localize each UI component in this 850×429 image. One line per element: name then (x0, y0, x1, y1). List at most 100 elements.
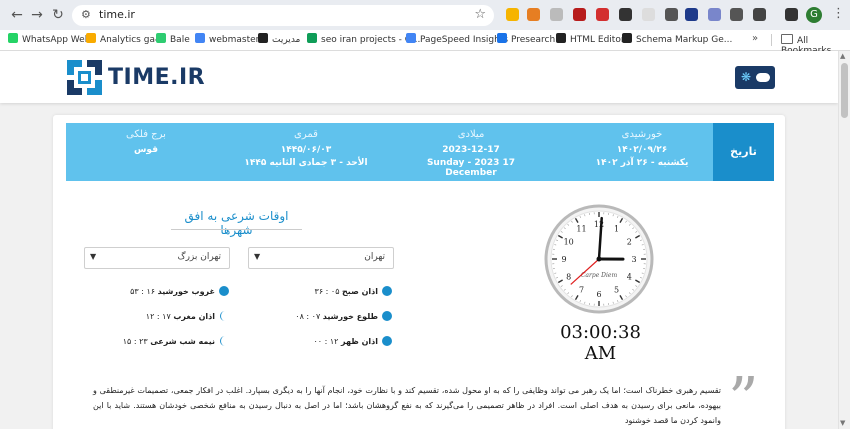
prayer-time-item: نیمه شب شرعی ۲۳ : ۱۵ (123, 336, 229, 346)
site-info-icon[interactable]: ⚙ (81, 8, 91, 21)
bookmark-item[interactable]: PageSpeed Insights (406, 33, 508, 45)
reload-icon[interactable]: ↻ (50, 7, 66, 23)
sunset-icon (219, 286, 229, 296)
bookmark-item[interactable]: HTML Editor (556, 33, 625, 45)
bookmark-item[interactable]: Presearch (497, 33, 555, 45)
quote-text: تقسیم رهبری خطرناک است؛ اما یک رهبر می ت… (93, 386, 721, 425)
lunar-numeric: ۱۴۴۵/۰۶/۰۳ (280, 145, 332, 155)
extension-icon[interactable] (596, 8, 609, 21)
bookmarks-bar: WhatsApp Web Analytics ga4 Bale webmaste… (0, 30, 850, 56)
digital-clock: 03:00:38 AM (560, 322, 641, 364)
moon-icon (220, 336, 225, 346)
bookmark-item[interactable]: seo iran projects - G... (307, 33, 420, 45)
clock-number: 4 (627, 273, 632, 282)
extension-icon[interactable] (550, 8, 563, 21)
title-underline (171, 229, 302, 230)
extensions-puzzle-icon[interactable] (753, 8, 766, 21)
webmaster-icon (195, 33, 205, 43)
folder-icon (781, 34, 793, 44)
extension-icon[interactable] (642, 8, 655, 21)
quote-icon: ” (728, 365, 759, 429)
lunar-heading: قمری (294, 129, 318, 140)
prayer-times-title: اوقات شرعی به افق شهرها (184, 209, 289, 237)
extension-icon[interactable] (506, 8, 519, 21)
prayer-time-item: غروب خورشید ۱۶ : ۵۳ (130, 286, 229, 296)
scroll-up-icon[interactable]: ▲ (840, 52, 845, 60)
bookmarks-divider (771, 34, 772, 46)
back-icon[interactable]: ← (9, 7, 25, 23)
time-ir-logo-icon[interactable] (67, 60, 102, 95)
theme-toggle[interactable]: ❋ (735, 66, 775, 89)
city-select[interactable]: تهران ▼ (248, 247, 394, 269)
camera-icon[interactable] (665, 8, 678, 21)
bookmark-item[interactable]: Analytics ga4 (86, 33, 161, 45)
region-select-value: تهران بزرگ (177, 252, 221, 262)
bookmark-item[interactable]: WhatsApp Web (8, 33, 90, 45)
extension-icon[interactable] (619, 8, 632, 21)
forward-icon[interactable]: → (29, 7, 45, 23)
scroll-down-icon[interactable]: ▼ (840, 419, 845, 427)
sun-icon (382, 336, 392, 346)
clock-number: 2 (627, 238, 632, 247)
chevron-down-icon: ▼ (254, 252, 261, 261)
clock-number: 11 (576, 225, 586, 234)
bookmark-item[interactable]: Schema Markup Ge... (622, 33, 732, 45)
today-date-tab[interactable]: تاریخ امروز (713, 123, 774, 216)
more-bookmarks-icon[interactable]: » (752, 33, 758, 44)
lunar-full: الأحد - ۳ جمادی الثانیه ۱۴۴۵ (244, 158, 368, 168)
clock-brand: Carpe Diem (581, 272, 618, 279)
moon-icon (220, 311, 225, 321)
extension-icon[interactable] (573, 8, 586, 21)
clock-number: 9 (561, 255, 566, 264)
bookmark-item[interactable]: مدیریت (258, 33, 300, 45)
gregorian-full: Sunday - 2023 17 December (426, 158, 516, 178)
gregorian-date: میلادی 2023-12-17 Sunday - 2023 17 Decem… (401, 129, 541, 178)
image-icon[interactable] (730, 8, 743, 21)
city-select-value: تهران (364, 252, 385, 262)
solar-heading: خورشیدی (621, 129, 663, 140)
clock-number: 10 (564, 238, 574, 247)
bookmark-item[interactable]: Bale (156, 33, 190, 45)
analog-clock: 123456789101112 Carpe Diem (544, 204, 654, 314)
zodiac-sign: برج فلکی قوس (76, 129, 216, 155)
clock-number: 8 (566, 273, 571, 282)
more-menu-icon[interactable]: ⋮ (832, 6, 845, 21)
address-bar[interactable]: ⚙ time.ir ☆ (72, 5, 494, 26)
globe-icon (556, 33, 566, 43)
clock-number: 6 (596, 290, 601, 299)
extension-icon[interactable] (527, 8, 540, 21)
presearch-icon (497, 33, 507, 43)
prayer-time-item: طلوع خورشید ۰۷ : ۰۸ (295, 311, 392, 321)
extension-icon[interactable] (685, 8, 698, 21)
globe-icon (258, 33, 268, 43)
analytics-icon (86, 33, 96, 43)
chevron-down-icon: ▼ (90, 252, 97, 261)
solar-numeric: ۱۴۰۲/۰۹/۲۶ (616, 145, 668, 155)
zodiac-heading: برج فلکی (126, 129, 166, 140)
scrollbar-thumb[interactable] (841, 63, 848, 118)
pagespeed-icon (406, 33, 416, 43)
profile-avatar[interactable]: G (806, 7, 822, 23)
shield-icon[interactable] (708, 8, 721, 21)
sun-icon (382, 286, 392, 296)
browser-toolbar: ← → ↻ ⚙ time.ir ☆ G ⋮ (0, 0, 850, 30)
bale-icon (156, 33, 166, 43)
solar-full: یکشنبه - ۲۶ آذر ۱۴۰۲ (595, 158, 689, 168)
side-panel-icon[interactable] (785, 8, 798, 21)
main-card: تاریخ امروز خورشیدی ۱۴۰۲/۰۹/۲۶ یکشنبه - … (53, 115, 785, 429)
sheets-icon (307, 33, 317, 43)
gregorian-numeric: 2023-12-17 (442, 145, 500, 155)
gregorian-heading: میلادی (457, 129, 485, 140)
bookmark-star-icon[interactable]: ☆ (474, 7, 486, 22)
clock-number: 5 (614, 285, 619, 294)
sunrise-icon (382, 311, 392, 321)
url-text[interactable]: time.ir (99, 8, 135, 21)
date-strip: تاریخ امروز خورشیدی ۱۴۰۲/۰۹/۲۶ یکشنبه - … (66, 123, 774, 216)
clock-number: 7 (579, 285, 584, 294)
bookmark-item[interactable]: webmaster (195, 33, 259, 45)
prayer-time-item: اذان ظهر ۱۲ : ۰۰ (313, 336, 392, 346)
clock-number: 1 (614, 225, 619, 234)
site-logo-text[interactable]: TIME.IR (108, 65, 205, 90)
region-select[interactable]: تهران بزرگ ▼ (84, 247, 230, 269)
clock-number: 3 (631, 255, 636, 264)
